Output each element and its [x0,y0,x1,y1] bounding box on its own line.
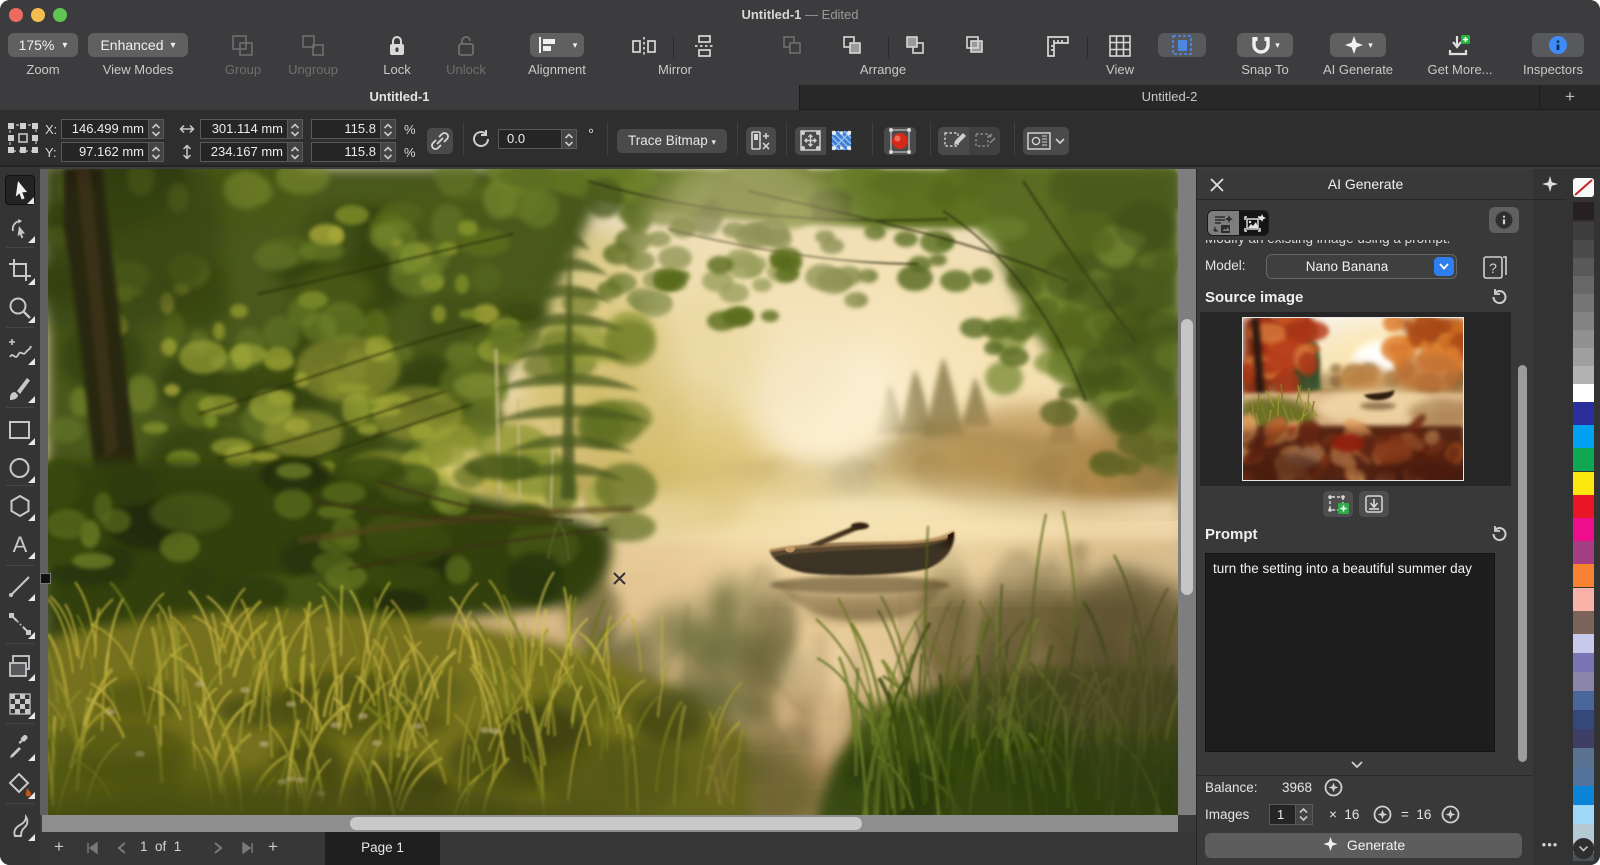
svg-text:?: ? [1489,260,1497,276]
svg-text:A: A [13,532,28,557]
